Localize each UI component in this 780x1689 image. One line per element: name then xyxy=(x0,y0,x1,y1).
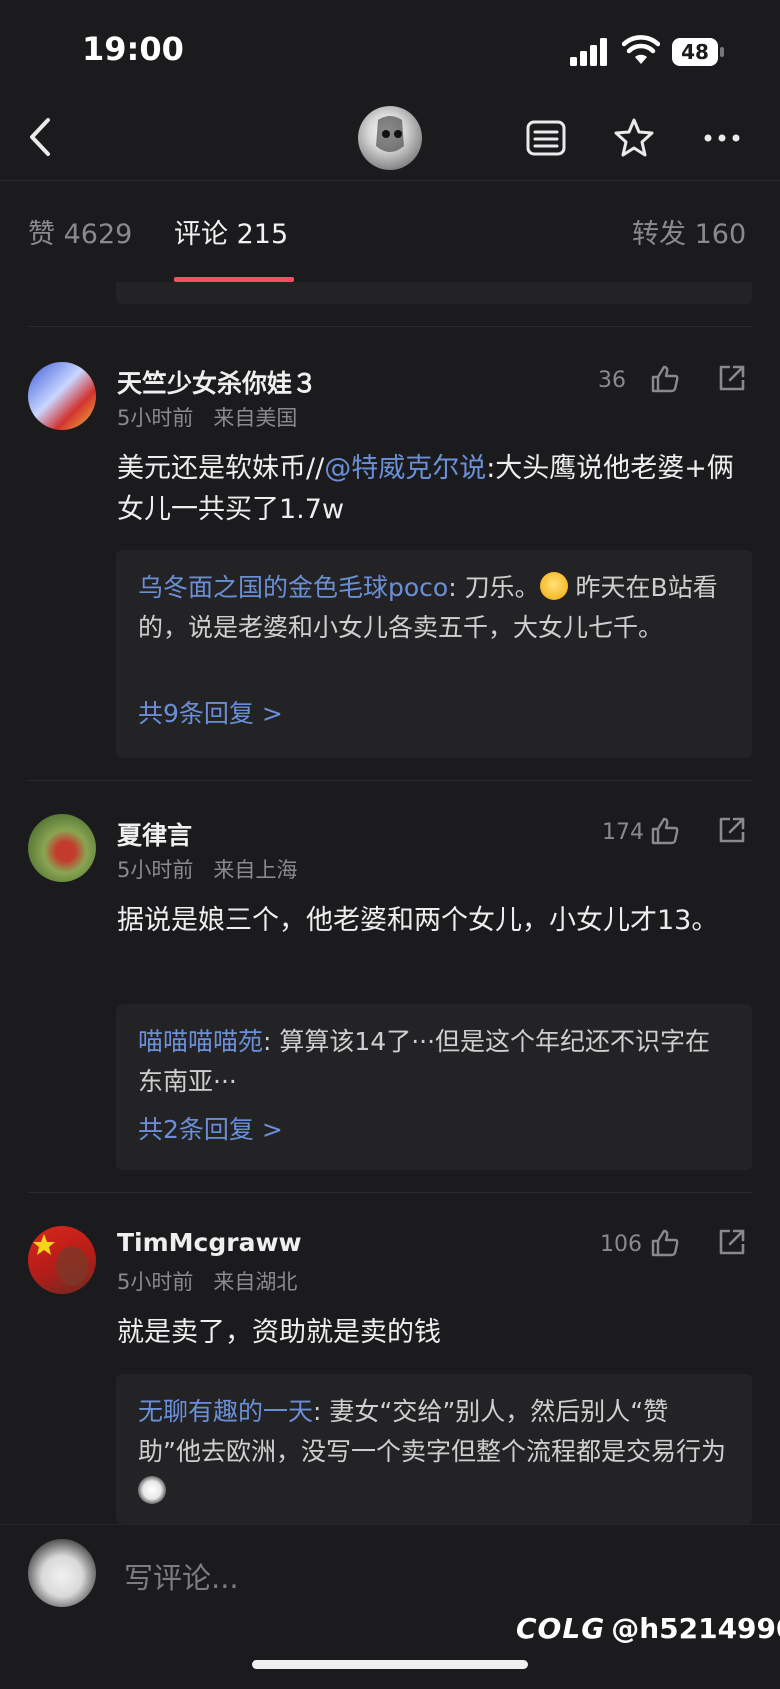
comment-meta: 5小时前 来自美国 xyxy=(117,402,297,432)
like-count: 106 xyxy=(600,1232,642,1257)
comment-author[interactable]: TimMcgraww xyxy=(117,1228,302,1257)
smirk-emoji-icon xyxy=(539,572,568,600)
previous-reply-box xyxy=(116,282,752,304)
battery-icon: 48 xyxy=(672,38,724,66)
comment-time: 5小时前 xyxy=(117,858,194,882)
top-nav xyxy=(0,100,780,181)
divider xyxy=(28,1192,752,1193)
list-icon[interactable] xyxy=(524,116,568,160)
comment-meta: 5小时前 来自上海 xyxy=(117,854,297,884)
divider xyxy=(28,780,752,781)
comment-text: 美元还是软妹币//@特威克尔说:大头鹰说他老婆+俩女儿一共买了1.7w xyxy=(117,448,757,530)
comment-time: 5小时前 xyxy=(117,406,194,430)
home-indicator[interactable] xyxy=(252,1660,528,1669)
comment-input[interactable]: 写评论... xyxy=(124,1555,239,1597)
comment-location: 来自上海 xyxy=(213,858,298,882)
reply-text-part: : 刀乐。 xyxy=(448,573,540,602)
mention-link[interactable]: @特威克尔说 xyxy=(324,453,486,484)
tab-likes[interactable]: 赞 4629 xyxy=(28,212,132,251)
comment-text-part: 美元还是软妹币// xyxy=(117,453,325,484)
status-bar: 19:00 48 xyxy=(0,0,780,100)
panda-emoji-icon xyxy=(138,1476,166,1504)
reply-box[interactable]: 喵喵喵喵苑: 算算该14了···但是这个年纪还不识字在东南亚··· 共2条回复 … xyxy=(116,1004,752,1170)
current-user-avatar[interactable] xyxy=(28,1539,96,1607)
share-icon[interactable] xyxy=(716,814,748,846)
avatar[interactable] xyxy=(28,814,96,882)
more-icon[interactable] xyxy=(700,116,744,160)
signal-icon xyxy=(570,38,607,66)
chevron-left-icon[interactable] xyxy=(22,114,62,160)
comment-author[interactable]: 天竺少女杀你娃３ xyxy=(117,364,317,400)
view-replies-link[interactable]: 共9条回复 > xyxy=(138,694,283,730)
wifi-icon xyxy=(622,35,660,64)
like-count: 36 xyxy=(598,368,626,393)
flag-star-icon xyxy=(33,1234,88,1286)
comment-author[interactable]: 夏律言 xyxy=(117,816,192,852)
watermark: COLG @h5214990 xyxy=(516,1612,780,1645)
reply-author[interactable]: 乌冬面之国的金色毛球poco xyxy=(138,573,448,602)
tab-reposts[interactable]: 转发 160 xyxy=(632,212,746,251)
comment-time: 5小时前 xyxy=(117,1270,194,1294)
reply-text: 喵喵喵喵苑: 算算该14了···但是这个年纪还不识字在东南亚··· xyxy=(138,1022,730,1102)
reply-author[interactable]: 喵喵喵喵苑 xyxy=(138,1027,263,1056)
comment-text: 据说是娘三个，他老婆和两个女儿，小女儿才13。 xyxy=(117,905,719,936)
watermark-handle: @h5214990 xyxy=(611,1612,780,1645)
reply-author[interactable]: 无聊有趣的一天 xyxy=(138,1397,313,1426)
thumb-up-icon[interactable] xyxy=(650,816,680,846)
reply-text: 无聊有趣的一天: 妻女“交给”别人，然后别人“赞助”他去欧洲，没写一个卖字但整个… xyxy=(138,1392,730,1512)
star-icon[interactable] xyxy=(612,116,656,160)
tab-comments[interactable]: 评论 215 xyxy=(174,212,288,251)
share-icon[interactable] xyxy=(716,1226,748,1258)
avatar[interactable] xyxy=(28,362,96,430)
comment-location: 来自湖北 xyxy=(213,1270,298,1294)
reply-box[interactable]: 无聊有趣的一天: 妻女“交给”别人，然后别人“赞助”他去欧洲，没写一个卖字但整个… xyxy=(116,1374,752,1524)
tab-bar: 赞 4629 评论 215 转发 160 xyxy=(0,182,780,282)
avatar[interactable] xyxy=(28,1226,96,1294)
comment-text: 就是卖了，资助就是卖的钱 xyxy=(117,1317,441,1348)
thumb-up-icon[interactable] xyxy=(650,1228,680,1258)
reply-box[interactable]: 乌冬面之国的金色毛球poco: 刀乐。 昨天在B站看的，说是老婆和小女儿各卖五千… xyxy=(116,550,752,758)
comment-location: 来自美国 xyxy=(213,406,298,430)
colg-logo: COLG xyxy=(516,1612,606,1645)
divider xyxy=(28,326,752,327)
share-icon[interactable] xyxy=(716,362,748,394)
like-count: 174 xyxy=(602,820,644,845)
battery-level: 48 xyxy=(681,40,709,64)
reply-text: 乌冬面之国的金色毛球poco: 刀乐。 昨天在B站看的，说是老婆和小女儿各卖五千… xyxy=(138,568,730,648)
status-time: 19:00 xyxy=(82,30,184,68)
comment-meta: 5小时前 来自湖北 xyxy=(117,1266,297,1296)
thumb-up-icon[interactable] xyxy=(650,364,680,394)
author-avatar[interactable] xyxy=(358,106,422,170)
view-replies-link[interactable]: 共2条回复 > xyxy=(138,1110,283,1146)
